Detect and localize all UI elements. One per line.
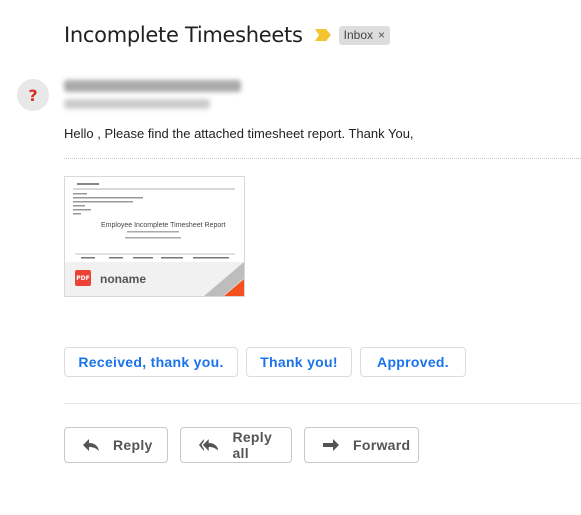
forward-button-label: Forward [353,437,411,453]
email-subject: Incomplete Timesheets [64,23,303,47]
reply-button[interactable]: Reply [64,427,168,463]
pdf-file-icon: PDF [75,270,91,286]
actions-divider [64,403,581,404]
reply-arrow-icon [83,439,99,451]
sender-avatar[interactable]: ? [17,79,49,111]
forward-arrow-icon [323,439,339,451]
reply-all-button[interactable]: Reply all [180,427,292,463]
remove-label-icon[interactable]: × [378,28,385,42]
attachment-filename: noname [100,272,147,286]
forward-button[interactable]: Forward [304,427,419,463]
smart-reply-approved[interactable]: Approved. [360,347,466,377]
attachment-preview-thumbnail: Employee Incomplete Timesheet Report [65,177,244,262]
message-body: Hello , Please find the attached timeshe… [64,126,414,141]
page-fold-corner-icon [204,262,244,296]
recipients-redacted[interactable] [64,99,210,109]
sender-address-redacted[interactable] [64,80,241,92]
label-inbox-chip: Inbox × [338,25,391,45]
unknown-sender-icon: ? [28,85,38,105]
preview-report-title: Employee Incomplete Timesheet Report [101,222,226,229]
smart-reply-thank-you[interactable]: Thank you! [246,347,352,377]
label-inbox-text: Inbox [343,28,373,42]
subject-row: Incomplete Timesheets Inbox × [64,20,391,50]
attachment-divider [64,158,581,159]
reply-all-button-label: Reply all [232,429,273,461]
reply-button-label: Reply [113,437,153,453]
attachment-card[interactable]: Employee Incomplete Timesheet Report PDF… [64,176,245,297]
smart-reply-received[interactable]: Received, thank you. [64,347,238,377]
reply-all-arrow-icon [199,439,219,451]
importance-marker-icon[interactable] [314,28,331,42]
